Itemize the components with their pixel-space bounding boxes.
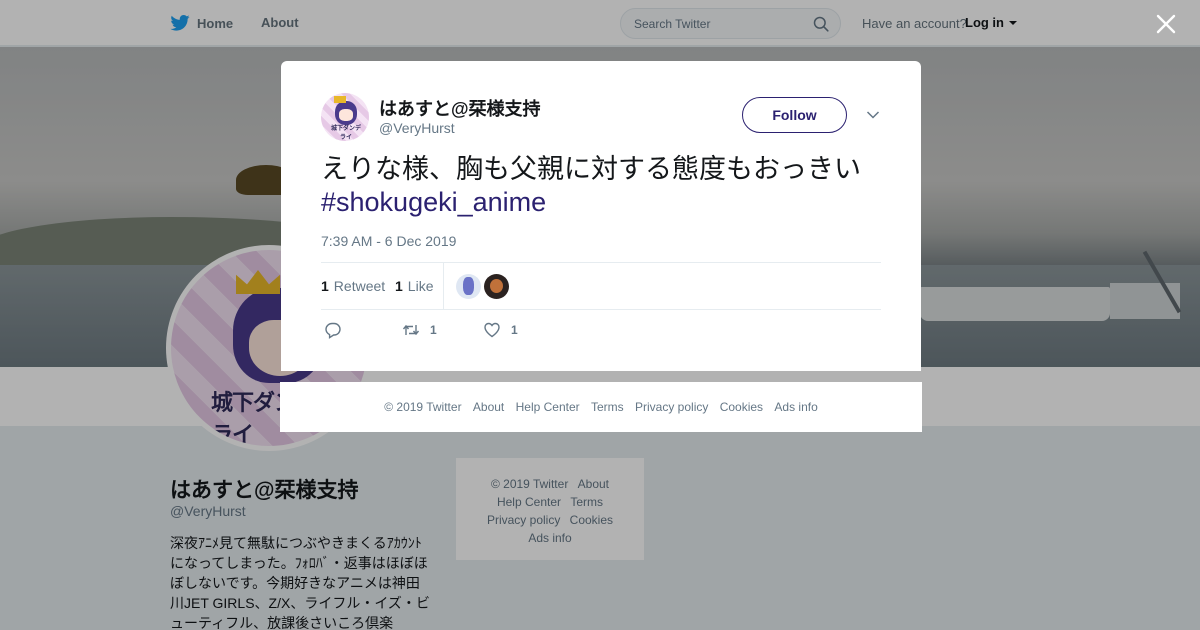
liker-avatar[interactable]	[484, 274, 509, 299]
retweet-count-label: Retweet	[333, 278, 386, 294]
like-action-count: 1	[511, 323, 518, 337]
modal-footer-copyright: © 2019 Twitter	[384, 400, 462, 414]
reply-button[interactable]	[324, 321, 352, 339]
retweet-count-link[interactable]: 1 Retweet	[321, 278, 385, 294]
close-icon[interactable]	[1155, 13, 1177, 35]
modal-footer-cookies-link[interactable]: Cookies	[720, 400, 763, 414]
like-count-link[interactable]: 1 Like	[395, 278, 433, 294]
tweet-hashtag-link[interactable]: #shokugeki_anime	[321, 187, 546, 217]
modal-footer-terms-link[interactable]: Terms	[591, 400, 624, 414]
tweet-text: えりな様、胸も父親に対する態度もおっきい #shokugeki_anime	[321, 154, 891, 219]
tweet-avatar-logo: 城下ダンデライ	[330, 126, 361, 141]
tweet-text-body: えりな様、胸も父親に対する態度もおっきい	[321, 154, 861, 185]
tweet-modal: 城下ダンデライ はあすと@栞様支持 @VeryHurst Follow えりな様…	[281, 61, 921, 371]
heart-icon	[484, 322, 500, 338]
retweet-icon	[402, 324, 420, 336]
modal-footer-help-link[interactable]: Help Center	[516, 400, 580, 414]
stats-divider	[443, 263, 444, 310]
tweet-author-handle[interactable]: @VeryHurst	[379, 120, 455, 136]
like-count: 1	[395, 278, 403, 294]
tweet-timestamp: 7:39 AM - 6 Dec 2019	[321, 233, 457, 249]
liker-avatar[interactable]	[456, 274, 481, 299]
modal-footer-privacy-link[interactable]: Privacy policy	[635, 400, 708, 414]
modal-footer-about-link[interactable]: About	[473, 400, 504, 414]
chevron-down-icon[interactable]	[866, 110, 880, 120]
tweet-author-avatar[interactable]: 城下ダンデライ	[321, 93, 369, 141]
modal-footer-links: © 2019 Twitter About Help Center Terms P…	[280, 382, 922, 432]
tweet-author-name[interactable]: はあすと@栞様支持	[379, 95, 541, 121]
reply-icon	[325, 322, 341, 339]
retweet-button[interactable]: 1	[402, 321, 437, 339]
tweet-avatar-crown	[334, 96, 346, 103]
retweet-count: 1	[321, 278, 329, 294]
like-button[interactable]: 1	[483, 321, 518, 339]
follow-button[interactable]: Follow	[742, 97, 847, 133]
tweet-stats: 1 Retweet 1 Like	[321, 262, 881, 310]
like-count-label: Like	[407, 278, 434, 294]
modal-footer-ads-link[interactable]: Ads info	[774, 400, 817, 414]
retweet-action-count: 1	[430, 323, 437, 337]
tweet-avatar-face	[339, 109, 353, 121]
